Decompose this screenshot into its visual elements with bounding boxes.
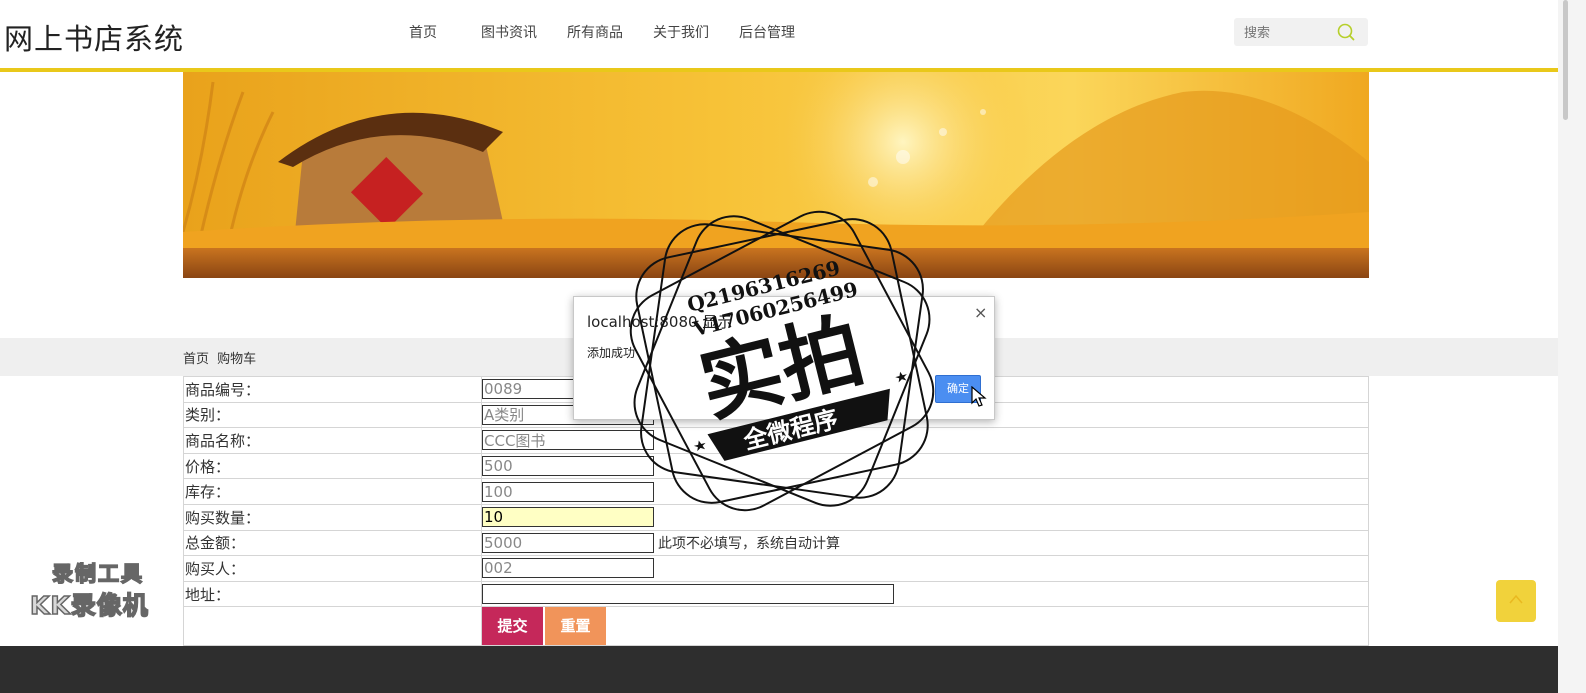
site-footer xyxy=(0,646,1558,693)
site-header: 网上书店系统 首页 图书资讯 所有商品 关于我们 后台管理 xyxy=(0,0,1558,72)
total-hint: 此项不必填写，系统自动计算 xyxy=(658,535,840,552)
label-address: 地址： xyxy=(183,580,482,608)
label-quantity: 购买数量： xyxy=(183,503,482,531)
recorder-watermark-line2: KK录像机 xyxy=(29,590,149,621)
reset-button[interactable]: 重置 xyxy=(545,607,606,646)
label-buyer: 购买人： xyxy=(183,555,482,582)
mouse-cursor-icon xyxy=(971,386,987,407)
stamp-watermark: Q2196316269 V17060256499 实拍 全微程序 xyxy=(629,210,935,512)
label-stock: 库存： xyxy=(183,478,482,505)
form-row-address: 地址： xyxy=(183,580,1369,608)
arrow-up-icon xyxy=(1509,594,1523,604)
label-category: 类别： xyxy=(183,401,482,429)
total-amount-field[interactable] xyxy=(482,532,654,553)
search-box xyxy=(1234,18,1368,46)
recorder-watermark: 录制工具 KK录像机 xyxy=(29,558,170,621)
breadcrumb-current: 购物车 xyxy=(217,352,257,367)
form-row-buyer: 购买人： xyxy=(183,555,1369,582)
back-to-top-button[interactable] xyxy=(1496,580,1536,622)
breadcrumb-home[interactable]: 首页 xyxy=(183,352,209,367)
nav-all-products[interactable]: 所有商品 xyxy=(567,22,623,42)
label-product-name: 商品名称： xyxy=(183,427,482,454)
dialog-close-icon[interactable]: × xyxy=(974,303,987,322)
label-total: 总金额： xyxy=(183,529,482,557)
address-field[interactable] xyxy=(482,584,894,605)
site-logo[interactable]: 网上书店系统 xyxy=(4,16,184,58)
search-input[interactable] xyxy=(1242,22,1336,44)
form-row-actions: 提交 重置 xyxy=(183,606,1369,647)
breadcrumb: 首页 购物车 xyxy=(183,348,260,367)
vertical-scrollbar[interactable] xyxy=(1558,0,1586,693)
nav-admin[interactable]: 后台管理 xyxy=(739,22,795,42)
form-row-total: 总金额： 此项不必填写，系统自动计算 xyxy=(183,529,1369,557)
nav-about-us[interactable]: 关于我们 xyxy=(653,22,709,42)
buyer-field[interactable] xyxy=(482,558,654,579)
nav-home[interactable]: 首页 xyxy=(409,22,437,42)
search-icon[interactable] xyxy=(1336,22,1356,42)
label-price: 价格： xyxy=(183,452,482,480)
recorder-watermark-line1: 录制工具 xyxy=(51,561,144,587)
scrollbar-thumb[interactable] xyxy=(1563,0,1568,120)
label-product-id: 商品编号： xyxy=(183,376,482,403)
main-nav: 首页 图书资讯 所有商品 关于我们 后台管理 xyxy=(395,22,825,42)
submit-button[interactable]: 提交 xyxy=(482,607,543,646)
nav-book-news[interactable]: 图书资讯 xyxy=(481,22,537,42)
